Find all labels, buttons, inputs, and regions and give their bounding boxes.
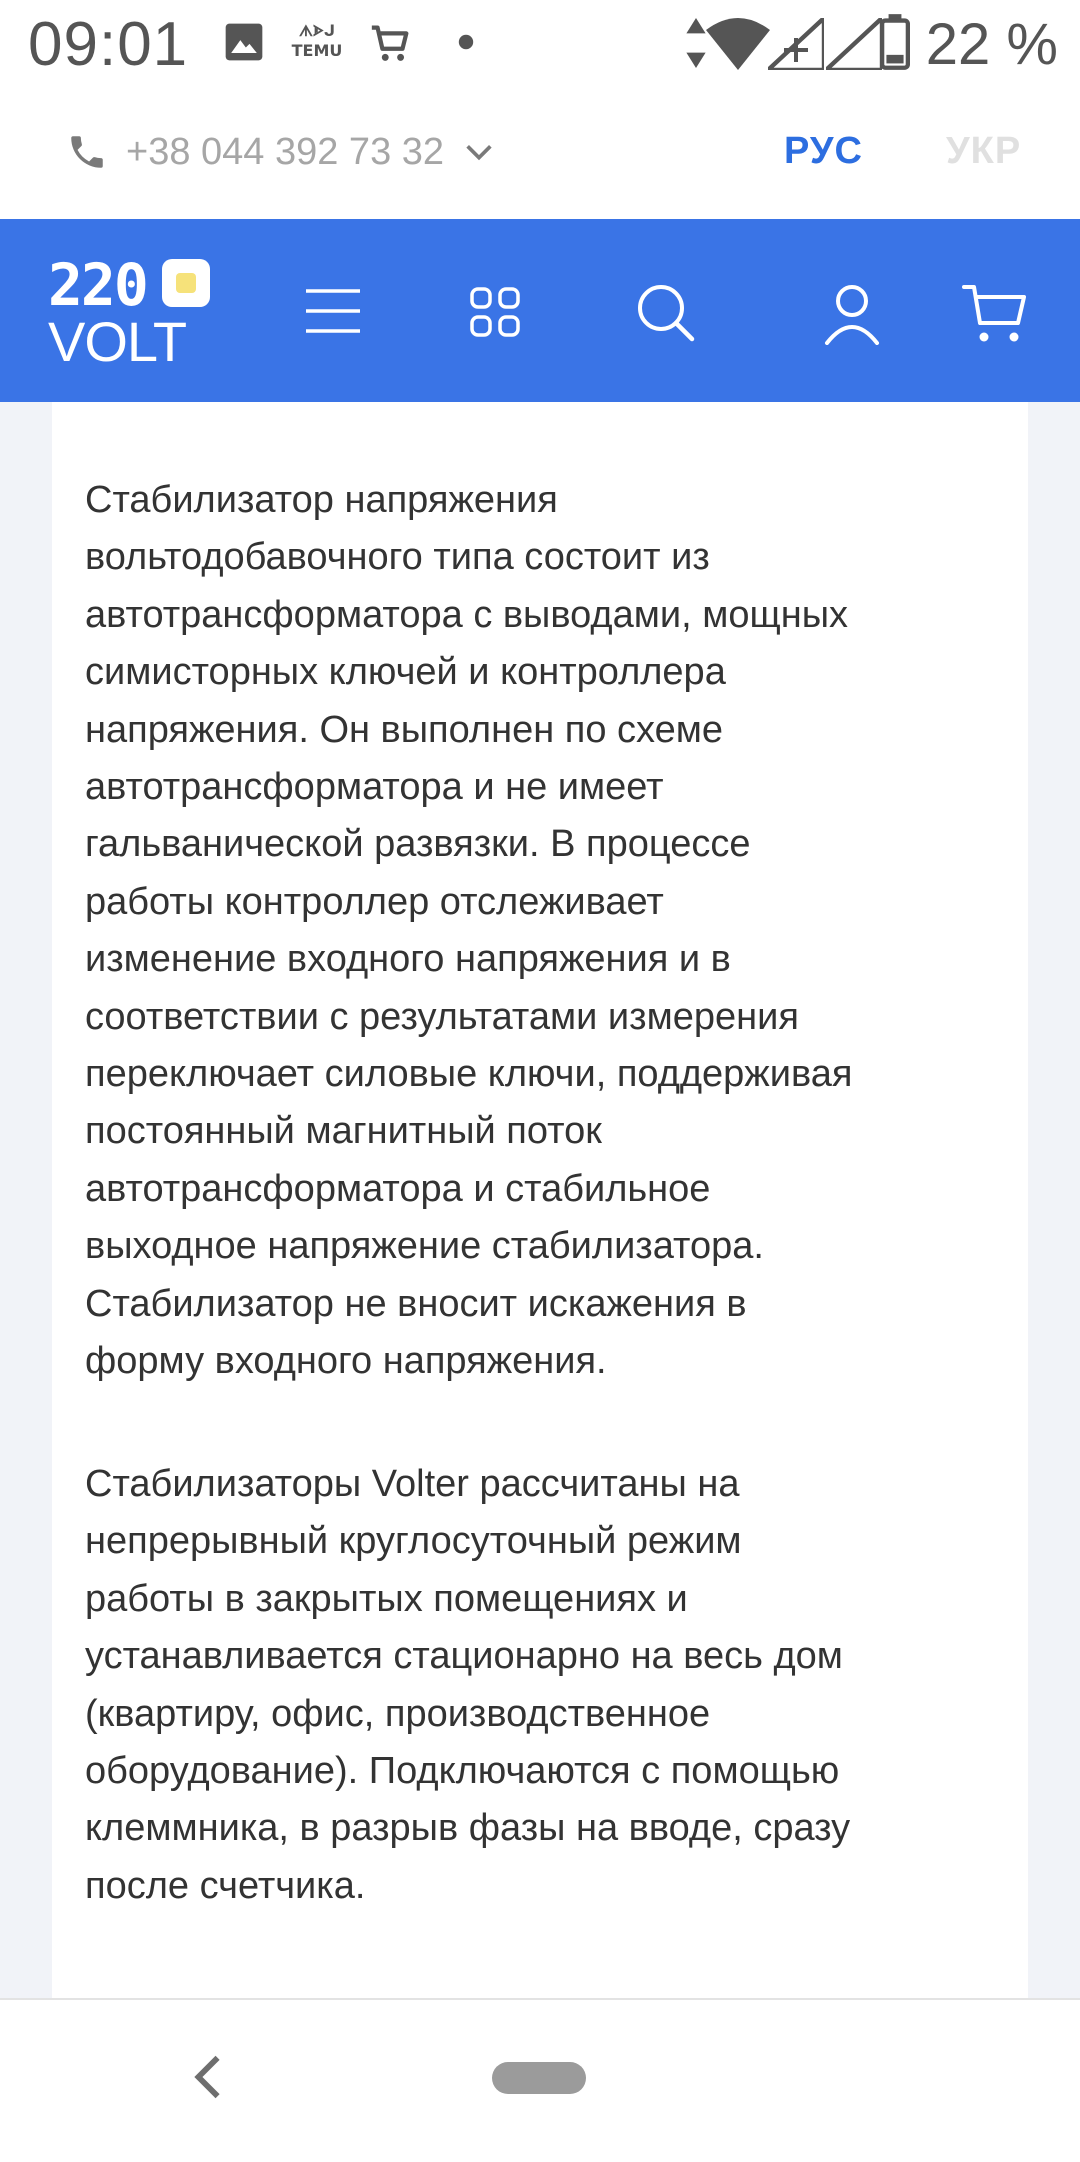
search-icon[interactable] [636, 283, 696, 343]
cart-icon [371, 25, 409, 61]
temu-icon-label: TEMU [291, 41, 343, 60]
temu-icon-glyphs: ᗑᗍᒍ [298, 22, 336, 40]
status-bar: 09:01 ᗑᗍᒍ TEMU 22 % [0, 0, 1080, 92]
description-paragraph-2: Стабилизаторы Volter рассчитаны на непре… [85, 1463, 851, 1907]
top-contact-bar: +38 044 392 73 32 РУС УКР [0, 92, 1080, 219]
gallery-icon [225, 23, 263, 61]
wifi-icon [706, 18, 770, 70]
battery-icon [880, 14, 910, 70]
back-icon[interactable] [190, 2054, 226, 2100]
menu-icon[interactable] [304, 287, 362, 335]
user-icon[interactable] [824, 283, 880, 345]
cart-icon[interactable] [962, 281, 1028, 347]
description-paragraph-1: Стабилизатор напряжения вольтодобавочног… [85, 479, 853, 1383]
status-time: 09:01 [28, 10, 189, 79]
system-nav-bar [0, 1998, 1080, 2162]
signal-icon [768, 18, 824, 70]
language-ru[interactable]: РУС [784, 128, 863, 174]
logo-volt: VOLT [48, 310, 186, 367]
logo[interactable]: 220 VOLT [48, 257, 214, 367]
temu-icon: ᗑᗍᒍ TEMU [290, 24, 344, 68]
phone-icon [71, 136, 103, 168]
description-card: Стабилизатор напряжения вольтодобавочног… [52, 402, 1028, 1998]
signal-icon-2 [826, 18, 882, 70]
language-ua[interactable]: УКР [946, 128, 1021, 174]
dot-icon [458, 34, 474, 50]
site-header: 220 VOLT [0, 219, 1080, 402]
phone-selector[interactable]: +38 044 392 73 32 [66, 122, 496, 182]
catalog-grid-icon[interactable] [470, 287, 520, 337]
chevron-down-icon [466, 145, 492, 161]
phone-number: +38 044 392 73 32 [126, 130, 445, 173]
home-pill[interactable] [492, 2062, 586, 2094]
battery-percent: 22 % [925, 12, 1058, 77]
data-arrows-icon [686, 18, 706, 68]
